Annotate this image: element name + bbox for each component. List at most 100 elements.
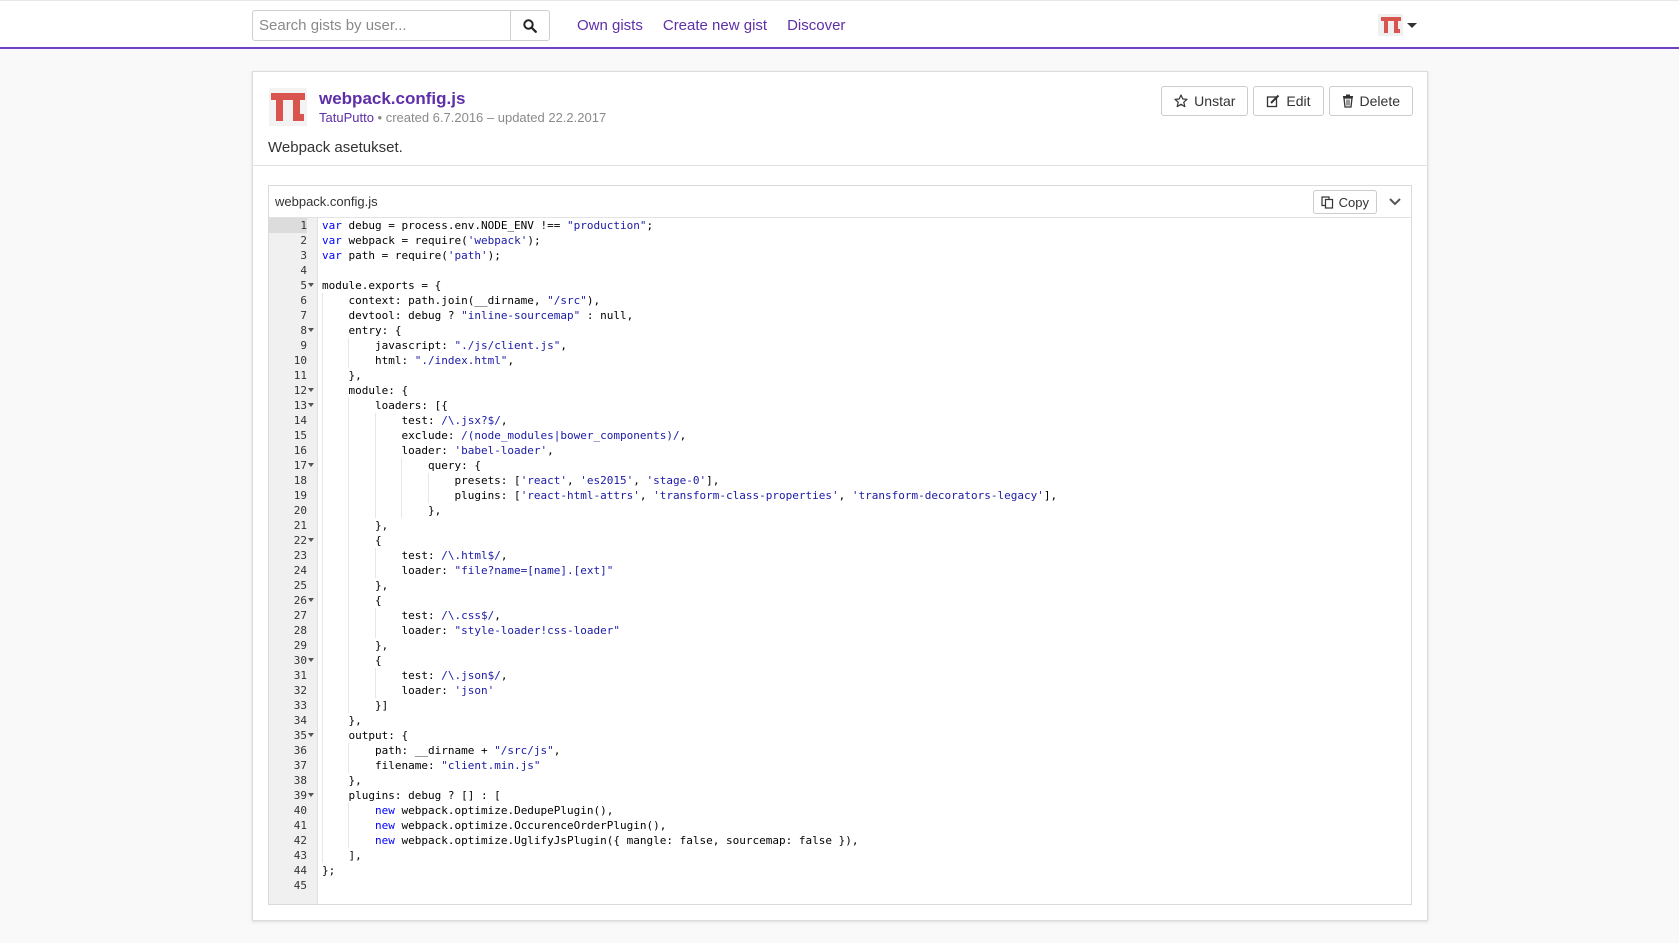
code-line: 11 }, (269, 368, 1411, 383)
code-line: 39 plugins: debug ? [] : [ (269, 788, 1411, 803)
line-number: 27 (293, 609, 307, 622)
fold-toggle-icon[interactable] (308, 793, 314, 797)
line-text: exclude: /(node_modules|bower_components… (322, 429, 687, 442)
line-text: var path = require('path'); (322, 249, 501, 262)
code-line: 26 { (269, 593, 1411, 608)
code-line: 41 new webpack.optimize.OccurenceOrderPl… (269, 818, 1411, 833)
line-text: }, (322, 639, 389, 652)
line-text: new webpack.optimize.DedupePlugin(), (374, 804, 614, 817)
line-text: }, (322, 519, 389, 532)
code-line: 37 filename: "client.min.js" (269, 758, 1411, 773)
line-text: html: "./index.html", (322, 354, 515, 367)
line-number: 40 (293, 804, 307, 817)
code-line: 15 exclude: /(node_modules|bower_compone… (269, 428, 1411, 443)
line-number: 22 (293, 534, 307, 547)
code-line: 7 devtool: debug ? "inline-sourcemap" : … (269, 308, 1411, 323)
fold-toggle-icon[interactable] (308, 598, 314, 602)
file-name: webpack.config.js (275, 194, 378, 209)
code-line: 40 new webpack.optimize.DedupePlugin(), (269, 803, 1411, 818)
line-text: { (322, 654, 382, 667)
line-number: 23 (293, 549, 307, 562)
code-line: 5 module.exports = { (269, 278, 1411, 293)
fold-toggle-icon[interactable] (308, 658, 314, 662)
nav-create-gist-link[interactable]: Create new gist (663, 17, 767, 34)
code-line: 36 path: __dirname + "/src/js", (269, 743, 1411, 758)
line-text: loader: 'json' (322, 684, 495, 697)
code-line: 10 html: "./index.html", (269, 353, 1411, 368)
code-editor[interactable]: 1 var debug = process.env.NODE_ENV !== "p… (269, 218, 1411, 904)
nav-discover-link[interactable]: Discover (787, 17, 845, 34)
line-text: entry: { (322, 324, 402, 337)
line-text: }] (322, 699, 389, 712)
fold-toggle-icon[interactable] (308, 403, 314, 407)
line-number: 25 (293, 579, 307, 592)
owner-avatar[interactable] (269, 88, 307, 126)
code-line: 14 test: /\.jsx?$/, (269, 413, 1411, 428)
line-number: 14 (293, 414, 307, 427)
line-text: }, (322, 369, 362, 382)
fold-toggle-icon[interactable] (308, 463, 314, 467)
chevron-down-icon (1407, 22, 1417, 28)
line-number: 31 (293, 669, 307, 682)
fold-toggle-icon[interactable] (308, 328, 314, 332)
gist-owner-link[interactable]: TatuPutto (319, 110, 374, 125)
code-line: 29 }, (269, 638, 1411, 653)
line-text: filename: "client.min.js" (322, 759, 541, 772)
delete-label: Delete (1359, 93, 1400, 109)
edit-button[interactable]: Edit (1253, 86, 1324, 116)
fold-toggle-icon[interactable] (308, 733, 314, 737)
line-number: 43 (293, 849, 307, 862)
line-number: 9 (300, 339, 307, 352)
code-line: 27 test: /\.css$/, (269, 608, 1411, 623)
code-line: 32 loader: 'json' (269, 683, 1411, 698)
collapse-chevron-icon[interactable] (1387, 194, 1403, 210)
line-number: 2 (300, 234, 307, 247)
gist-actions: Unstar Edit Delete (1161, 86, 1413, 116)
line-text: test: /\.json$/, (322, 669, 508, 682)
line-text: new webpack.optimize.UglifyJsPlugin({ ma… (374, 834, 859, 847)
fold-toggle-icon[interactable] (308, 283, 314, 287)
code-line: 3 var path = require('path'); (269, 248, 1411, 263)
code-line: 45 (269, 878, 1411, 893)
nav-own-gists-link[interactable]: Own gists (577, 17, 643, 34)
code-line: 18 presets: ['react', 'es2015', 'stage-0… (269, 473, 1411, 488)
user-menu[interactable] (1378, 14, 1417, 36)
line-number: 33 (293, 699, 307, 712)
line-text: var webpack = require('webpack'); (322, 234, 541, 247)
code-line: 19 plugins: ['react-html-attrs', 'transf… (269, 488, 1411, 503)
line-text: }, (322, 774, 362, 787)
gist-title[interactable]: webpack.config.js (319, 89, 465, 109)
search-input[interactable] (253, 11, 511, 40)
gist-card: webpack.config.js TatuPutto • created 6.… (252, 71, 1428, 921)
edit-label: Edit (1286, 93, 1311, 109)
fold-toggle-icon[interactable] (308, 388, 314, 392)
code-line: 34 }, (269, 713, 1411, 728)
line-number: 30 (293, 654, 307, 667)
copy-button[interactable]: Copy (1312, 190, 1377, 214)
nav-links: Own gists Create new gist Discover (577, 17, 845, 34)
code-line: 9 javascript: "./js/client.js", (269, 338, 1411, 353)
owner-logo-icon (271, 93, 305, 121)
code-line: 20 }, (269, 503, 1411, 518)
line-number: 15 (293, 429, 307, 442)
copy-label: Copy (1338, 194, 1369, 210)
delete-button[interactable]: Delete (1328, 86, 1413, 116)
code-line: 30 { (269, 653, 1411, 668)
line-text: { (322, 534, 382, 547)
line-number: 10 (293, 354, 307, 367)
line-number: 17 (293, 459, 307, 472)
search-button[interactable] (511, 11, 549, 40)
fold-toggle-icon[interactable] (308, 538, 314, 542)
code-line: 33 }] (269, 698, 1411, 713)
line-text: { (322, 594, 382, 607)
unstar-button[interactable]: Unstar (1161, 86, 1249, 116)
line-number: 32 (293, 684, 307, 697)
line-number: 24 (293, 564, 307, 577)
line-number: 11 (293, 369, 307, 382)
line-number: 35 (293, 729, 307, 742)
line-number: 36 (293, 744, 307, 757)
code-line: 24 loader: "file?name=[name].[ext]" (269, 563, 1411, 578)
code-line: 4 (269, 263, 1411, 278)
code-line: 44}; (269, 863, 1411, 878)
gist-meta: TatuPutto • created 6.7.2016 – updated 2… (319, 110, 606, 125)
